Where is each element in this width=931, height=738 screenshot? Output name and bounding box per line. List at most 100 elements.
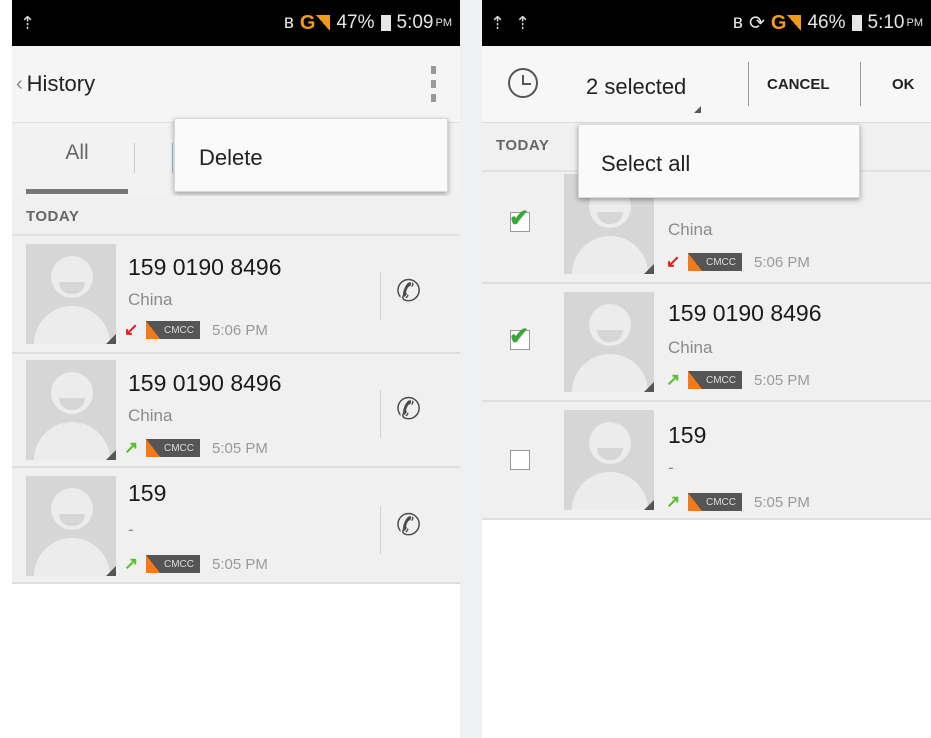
history-clock-icon[interactable] <box>508 68 538 98</box>
call-log-row[interactable]: ✔ 159 0190 8496 China ↗ CMCC 5:05 PM <box>482 284 931 402</box>
call-time: 5:06 PM <box>754 253 810 271</box>
sim-badge: CMCC <box>146 555 200 573</box>
bluetooth-icon: ʙ <box>732 12 743 33</box>
network-icon: G <box>771 12 802 35</box>
call-log-row[interactable]: 159 - ↗ CMCC 5:05 PM <box>482 402 931 520</box>
sim-label: CMCC <box>706 374 736 386</box>
upload-icon: ⇡ <box>20 12 36 33</box>
clock-ampm: PM <box>906 17 924 29</box>
location: China <box>668 338 713 357</box>
menu-item-delete[interactable]: Delete <box>199 145 263 171</box>
clock: 5:10 <box>867 12 905 33</box>
sim-label: CMCC <box>706 256 736 268</box>
menu-item-select-all[interactable]: Select all <box>601 151 690 177</box>
call-time: 5:05 PM <box>754 371 810 389</box>
call-meta: ↗ CMCC 5:05 PM <box>666 492 810 512</box>
action-bar: ‹ History <box>12 46 460 122</box>
clock-ampm: PM <box>435 17 453 29</box>
phone-number: 159 0190 8496 <box>128 370 282 396</box>
selection-screen: ⇡ ⇡ ʙ ⟳ G 46% 5:10 PM 2 selected CANCEL … <box>482 0 931 738</box>
row-checkbox[interactable] <box>510 450 530 470</box>
outgoing-call-icon: ↗ <box>666 492 681 511</box>
history-screen: ⇡ ʙ G 47% 5:09 PM ‹ History All Delete T… <box>12 0 460 738</box>
divider <box>380 272 381 320</box>
sim-badge: CMCC <box>688 371 742 389</box>
incoming-call-icon: ↙ <box>124 320 139 339</box>
battery-icon <box>380 15 391 31</box>
avatar[interactable] <box>26 360 116 460</box>
dropdown-corner-icon <box>694 106 701 113</box>
status-bar: ⇡ ʙ G 47% 5:09 PM <box>12 0 460 46</box>
upload-icon: ⇡ <box>515 12 531 33</box>
divider <box>380 390 381 438</box>
outgoing-call-icon: ↗ <box>666 370 681 389</box>
upload-icon: ⇡ <box>490 12 506 33</box>
call-meta: ↗ CMCC 5:05 PM <box>124 554 268 574</box>
avatar[interactable] <box>26 244 116 344</box>
page-title: History <box>26 71 96 96</box>
divider <box>380 506 381 554</box>
avatar[interactable] <box>26 476 116 576</box>
call-log-row[interactable]: 159 0190 8496 China ↗ CMCC 5:05 PM ✆ <box>12 354 460 468</box>
sim-label: CMCC <box>164 324 194 336</box>
phone-number: 159 <box>668 422 707 448</box>
overflow-popup-menu: Delete <box>174 118 448 192</box>
phone-call-icon[interactable]: ✆ <box>396 274 421 309</box>
incoming-call-icon: ↙ <box>666 252 681 271</box>
phone-call-icon[interactable]: ✆ <box>396 392 421 427</box>
phone-number: 159 0190 8496 <box>668 300 822 326</box>
call-log-row[interactable]: 159 - ↗ CMCC 5:05 PM ✆ <box>12 468 460 584</box>
battery-icon <box>851 15 862 31</box>
divider <box>860 62 861 106</box>
call-meta: ↗ CMCC 5:05 PM <box>666 370 810 390</box>
signal-icon <box>787 15 802 31</box>
row-checkbox[interactable]: ✔ <box>509 205 530 232</box>
row-checkbox[interactable]: ✔ <box>509 323 530 350</box>
call-time: 5:06 PM <box>212 321 268 339</box>
battery-percent: 47% <box>336 12 375 33</box>
sim-badge: CMCC <box>688 493 742 511</box>
sim-badge: CMCC <box>688 253 742 271</box>
sim-badge: CMCC <box>146 439 200 457</box>
checkmark-icon: ✔ <box>509 323 530 350</box>
checkmark-icon: ✔ <box>509 205 530 232</box>
sim-label: CMCC <box>706 496 736 508</box>
call-meta: ↙ CMCC 5:06 PM <box>666 252 810 272</box>
status-bar: ⇡ ⇡ ʙ ⟳ G 46% 5:10 PM <box>482 0 931 46</box>
sim-label: CMCC <box>164 558 194 570</box>
bluetooth-icon: ʙ <box>283 12 294 33</box>
clock: 5:09 <box>396 12 434 33</box>
outgoing-call-icon: ↗ <box>124 438 139 457</box>
avatar[interactable] <box>564 292 654 392</box>
tab-divider <box>134 143 135 173</box>
tab-indicator <box>26 189 128 194</box>
divider <box>748 62 749 106</box>
call-log-row[interactable]: 159 0190 8496 China ↙ CMCC 5:06 PM ✆ <box>12 236 460 354</box>
selection-popup-menu: Select all <box>578 124 860 198</box>
network-icon: G <box>300 12 331 35</box>
selected-count[interactable]: 2 selected <box>586 74 686 100</box>
phone-call-icon[interactable]: ✆ <box>396 508 421 543</box>
tab-all[interactable]: All <box>26 141 128 165</box>
back-icon[interactable]: ‹ <box>16 73 23 96</box>
ok-button[interactable]: OK <box>892 76 915 93</box>
cancel-button[interactable]: CANCEL <box>767 76 830 93</box>
section-header: TODAY <box>12 196 460 236</box>
screenshot-separator <box>460 0 482 738</box>
call-time: 5:05 PM <box>212 555 268 573</box>
sim-badge: CMCC <box>146 321 200 339</box>
call-time: 5:05 PM <box>754 493 810 511</box>
outgoing-call-icon: ↗ <box>124 554 139 573</box>
location: - <box>128 520 134 539</box>
call-meta: ↙ CMCC 5:06 PM <box>124 320 268 340</box>
sim-label: CMCC <box>164 442 194 454</box>
avatar[interactable] <box>564 410 654 510</box>
battery-percent: 46% <box>807 12 846 33</box>
sync-icon: ⟳ <box>749 12 765 34</box>
overflow-menu-icon[interactable] <box>428 66 438 102</box>
tab-divider <box>172 143 173 173</box>
call-time: 5:05 PM <box>212 439 268 457</box>
location: - <box>668 458 674 477</box>
phone-number: 159 <box>128 480 167 506</box>
call-meta: ↗ CMCC 5:05 PM <box>124 438 268 458</box>
